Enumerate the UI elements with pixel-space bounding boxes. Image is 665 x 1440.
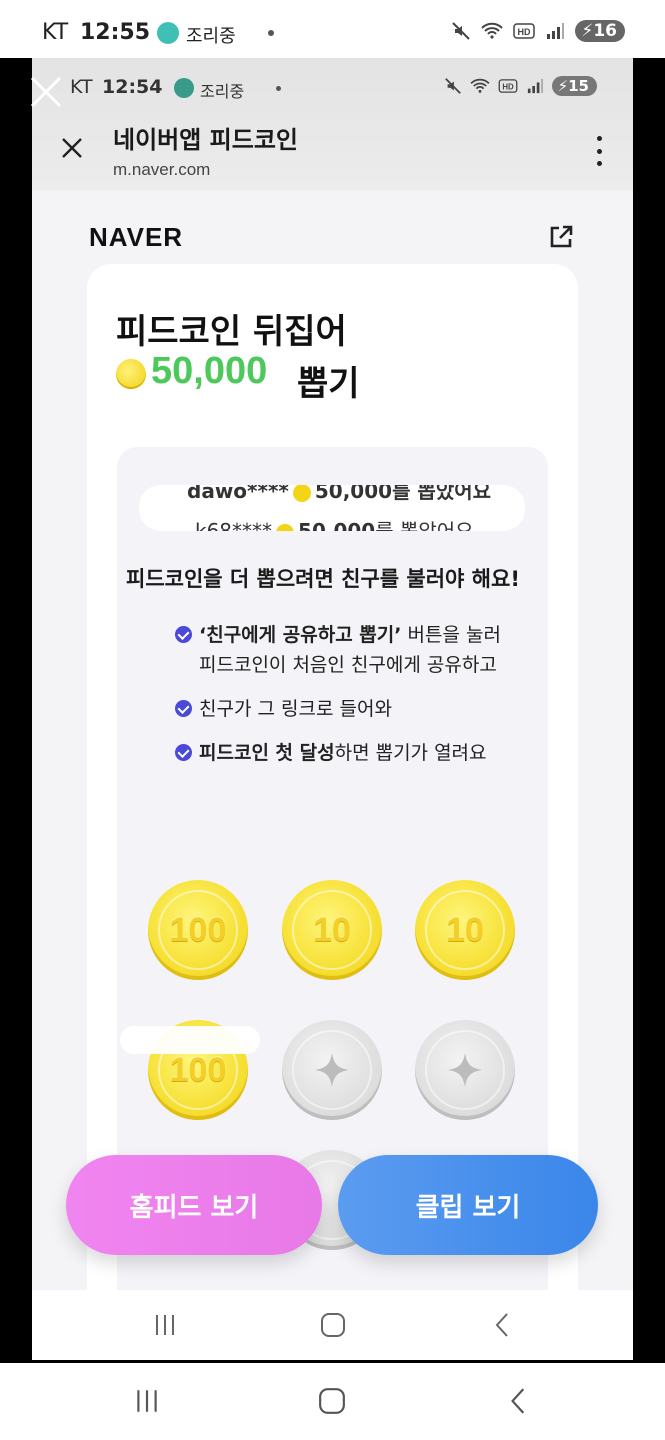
prize-amount: 50,000 bbox=[151, 350, 268, 392]
clip-button[interactable]: 클립 보기 bbox=[338, 1155, 598, 1255]
carrier-label: KT bbox=[42, 20, 69, 45]
info-heading: 피드코인을 더 뽑으려면 친구를 불러야 해요! bbox=[126, 567, 520, 591]
check-icon bbox=[175, 744, 192, 761]
hidden-coin[interactable] bbox=[282, 1020, 382, 1120]
info-list: ‘친구에게 공유하고 뽑기’ 버튼을 눌러 피드코인이 처음인 친구에게 공유하… bbox=[175, 620, 505, 782]
ticker-row: dawo**** 50,000를 뽑았어요 bbox=[187, 485, 492, 503]
coin-10[interactable]: 10 bbox=[282, 880, 382, 980]
inner-system-icons: HD ⚡15 bbox=[444, 76, 597, 96]
naver-logo: NAVER bbox=[89, 222, 184, 252]
notification-label: 조리중 bbox=[186, 26, 236, 47]
system-icons: HD ⚡16 bbox=[451, 20, 625, 42]
mini-coin-icon bbox=[292, 485, 311, 502]
inner-carrier-label: KT bbox=[70, 76, 93, 98]
ticker-row: k68**** 50,000를 뽑았어요 bbox=[195, 515, 474, 531]
inner-mute-icon bbox=[444, 78, 461, 94]
inner-battery-level: 15 bbox=[568, 77, 589, 95]
info-item: 친구가 그 링크로 들어와 bbox=[175, 694, 505, 724]
inner-screenshot: KT 12:54 조리중 HD ⚡15 네이버앱 피드코인 m.naver.co… bbox=[32, 58, 633, 1360]
battery-icon: ⚡16 bbox=[575, 20, 625, 42]
wifi-icon bbox=[481, 22, 504, 39]
hidden-coin[interactable] bbox=[415, 1020, 515, 1120]
back-icon[interactable] bbox=[490, 1312, 516, 1338]
signal-icon bbox=[547, 23, 565, 39]
hd-icon: HD bbox=[513, 23, 536, 39]
inner-wifi-icon bbox=[470, 78, 490, 93]
inner-battery-icon: ⚡15 bbox=[551, 76, 597, 96]
promo-title: 피드코인 뒤집어 bbox=[116, 312, 347, 352]
winner-ticker: dawo**** 50,000를 뽑았어요 k68**** 50,000를 뽑았어요 bbox=[139, 485, 525, 531]
outer-nav-bar bbox=[0, 1363, 665, 1440]
inner-status-bar: KT 12:54 조리중 HD ⚡15 bbox=[32, 74, 633, 104]
homefeed-button[interactable]: 홈피드 보기 bbox=[66, 1155, 322, 1255]
browser-header: KT 12:54 조리중 HD ⚡15 네이버앱 피드코인 m.naver.co… bbox=[32, 58, 633, 190]
redaction-mark bbox=[120, 1026, 260, 1054]
clock: 12:55 bbox=[80, 20, 151, 45]
page-url: m.naver.com bbox=[113, 160, 211, 179]
inner-signal-icon bbox=[527, 78, 543, 94]
inner-notification-dot-icon bbox=[276, 86, 281, 91]
recent-apps-icon[interactable] bbox=[133, 1387, 161, 1415]
more-menu-icon[interactable] bbox=[595, 136, 603, 166]
info-item: ‘친구에게 공유하고 뽑기’ 버튼을 눌러 피드코인이 처음인 친구에게 공유하… bbox=[175, 620, 505, 680]
outer-status-bar: KT 12:55 조리중 HD ⚡16 bbox=[0, 0, 665, 58]
info-item: 피드코인 첫 달성하면 뽑기가 열려요 bbox=[175, 738, 505, 768]
prize-suffix: 뽑기 bbox=[297, 364, 360, 404]
notification-dot-icon bbox=[268, 30, 274, 36]
external-link-icon[interactable] bbox=[547, 223, 575, 251]
check-icon bbox=[175, 700, 192, 717]
overlay-close-icon[interactable] bbox=[28, 74, 64, 110]
cooking-app-icon bbox=[157, 22, 179, 44]
mini-coin-icon bbox=[276, 523, 295, 531]
home-icon[interactable] bbox=[320, 1312, 346, 1338]
coin-10[interactable]: 10 bbox=[415, 880, 515, 980]
recent-apps-icon[interactable] bbox=[152, 1312, 178, 1338]
inner-clock: 12:54 bbox=[102, 76, 163, 98]
inner-notification-label: 조리중 bbox=[200, 82, 245, 101]
inner-nav-bar bbox=[32, 1290, 633, 1360]
inner-cooking-app-icon bbox=[174, 78, 194, 98]
page-title: 네이버앱 피드코인 bbox=[113, 126, 298, 154]
inner-hd-icon: HD bbox=[498, 79, 517, 93]
back-icon[interactable] bbox=[505, 1387, 533, 1415]
close-icon[interactable] bbox=[60, 136, 84, 160]
battery-level: 16 bbox=[593, 21, 617, 41]
home-icon[interactable] bbox=[318, 1387, 346, 1415]
mute-icon bbox=[452, 22, 471, 40]
action-buttons: 홈피드 보기 클립 보기 bbox=[32, 1155, 633, 1255]
feedcoin-icon bbox=[116, 359, 146, 389]
check-icon bbox=[175, 626, 192, 643]
coin-100[interactable]: 100 bbox=[148, 880, 248, 980]
svg-text:HD: HD bbox=[518, 27, 531, 37]
svg-text:HD: HD bbox=[502, 83, 514, 92]
